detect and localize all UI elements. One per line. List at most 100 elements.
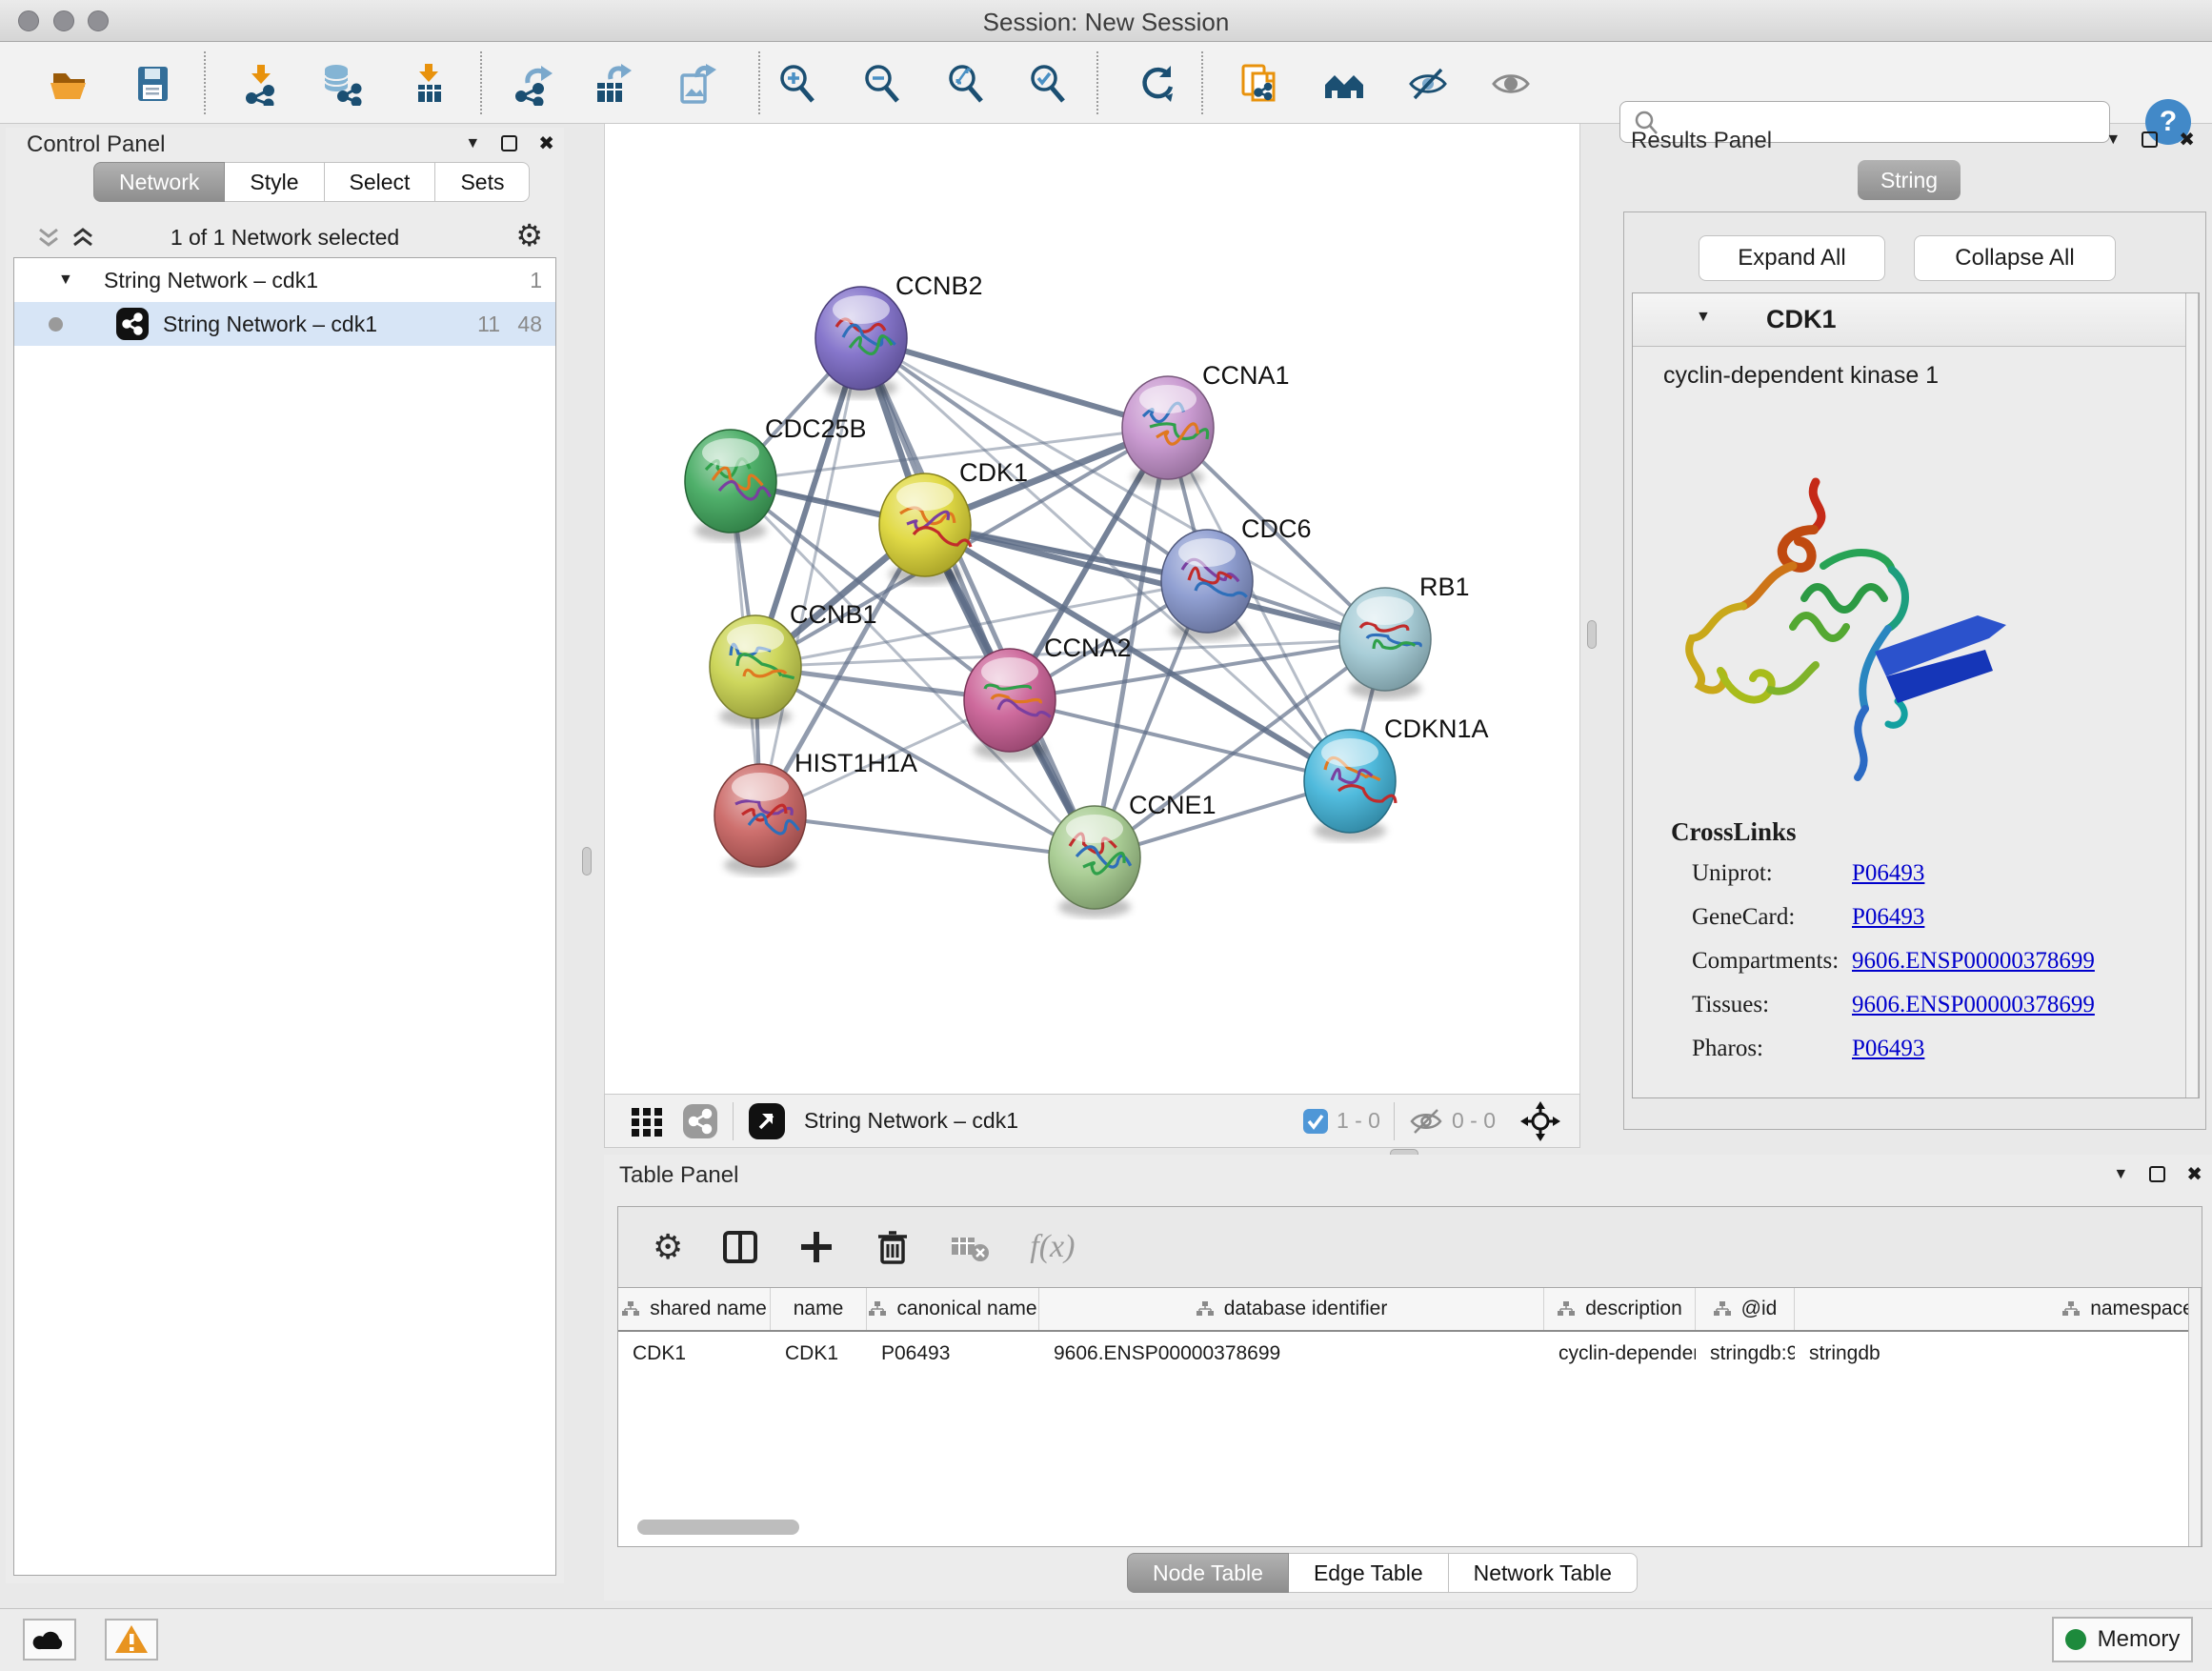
table-options-gear-icon[interactable]: ⚙ — [653, 1227, 683, 1267]
import-network-file-icon[interactable] — [236, 59, 286, 109]
create-column-icon[interactable] — [797, 1228, 835, 1266]
edge-CCNB2-HIST1H1A[interactable] — [760, 338, 861, 815]
crosslink-link[interactable]: 9606.ENSP00000378699 — [1852, 992, 2095, 1018]
open-session-icon[interactable] — [44, 59, 93, 109]
node-RB1[interactable]: RB1 — [1339, 573, 1470, 691]
cloud-status-button[interactable] — [23, 1619, 76, 1661]
edge-CCNB2-CCNA1[interactable] — [861, 338, 1168, 428]
save-session-icon[interactable] — [128, 59, 177, 109]
table-panel-close-icon[interactable]: ✖ — [2186, 1162, 2202, 1186]
fit-selected-crosshair-icon[interactable] — [1518, 1099, 1562, 1143]
function-builder-icon[interactable]: f(x) — [1030, 1229, 1075, 1265]
network-selection-status: 1 of 1 Network selected — [13, 225, 556, 251]
crosslink-link[interactable]: P06493 — [1852, 860, 1924, 887]
collection-name: String Network – cdk1 — [104, 268, 318, 293]
left-splitter-handle[interactable] — [582, 847, 592, 876]
crosslink-link[interactable]: P06493 — [1852, 904, 1924, 931]
zoom-out-icon[interactable] — [857, 59, 907, 109]
tab-node-table[interactable]: Node Table — [1127, 1553, 1289, 1593]
column-header-name[interactable]: name — [771, 1288, 867, 1330]
table-cell[interactable]: cyclin-dependent ... — [1544, 1332, 1696, 1375]
clone-network-icon[interactable] — [1235, 59, 1284, 109]
zoom-selected-icon[interactable] — [1023, 59, 1073, 109]
collapse-all-button[interactable]: Collapse All — [1914, 235, 2116, 281]
table-cell[interactable]: P06493 — [867, 1332, 1039, 1375]
crosslink-link[interactable]: P06493 — [1852, 1036, 1924, 1062]
table-panel: Table Panel ▼ ✖ ⚙ f(x) shared namenameca… — [604, 1155, 2212, 1601]
show-all-icon[interactable] — [1486, 59, 1536, 109]
network-row[interactable]: String Network – cdk1 11 48 — [14, 302, 555, 346]
tab-network-table[interactable]: Network Table — [1449, 1553, 1638, 1593]
node-result-header[interactable]: ▼ CDK1 — [1633, 293, 2199, 347]
import-table-file-icon[interactable] — [404, 59, 453, 109]
export-image-icon[interactable] — [672, 59, 721, 109]
table-panel-float-icon[interactable] — [2149, 1166, 2165, 1182]
network-node-count: 11 — [477, 312, 500, 337]
table-cell[interactable]: stringdb — [1795, 1332, 2202, 1375]
table-row[interactable]: CDK1CDK1P064939606.ENSP00000378699cyclin… — [618, 1332, 2202, 1375]
column-header-namespace[interactable]: namespace — [1795, 1288, 2202, 1330]
results-scrollbar[interactable] — [2185, 293, 2199, 1097]
delete-table-icon[interactable] — [950, 1228, 992, 1266]
edge-HIST1H1A-CCNE1[interactable] — [760, 815, 1095, 857]
delete-column-icon[interactable] — [874, 1228, 912, 1266]
node-CCNB1[interactable]: CCNB1 — [710, 600, 877, 718]
hidden-eye-icon[interactable] — [1408, 1105, 1444, 1137]
export-table-file-icon[interactable] — [587, 59, 636, 109]
column-header-at-id[interactable]: @id — [1696, 1288, 1795, 1330]
edge-CCNB2-CCNE1[interactable] — [861, 338, 1095, 857]
warnings-button[interactable] — [105, 1619, 158, 1661]
protein-structure-image — [1671, 474, 2033, 789]
crosslink-link[interactable]: 9606.ENSP00000378699 — [1852, 948, 2095, 975]
network-view-mode-icon[interactable] — [681, 1102, 719, 1140]
export-network-file-icon[interactable] — [508, 59, 557, 109]
table-horizontal-scrollbar[interactable] — [637, 1520, 799, 1535]
show-columns-icon[interactable] — [721, 1228, 759, 1266]
table-cell[interactable]: CDK1 — [771, 1332, 867, 1375]
tab-style[interactable]: Style — [225, 162, 324, 202]
column-header-database-identifier[interactable]: database identifier — [1039, 1288, 1544, 1330]
column-header-shared-name[interactable]: shared name — [618, 1288, 771, 1330]
table-tabs: Node TableEdge TableNetwork Table — [1127, 1553, 1638, 1593]
birdseye-view-icon[interactable] — [747, 1101, 787, 1141]
memory-button[interactable]: Memory — [2052, 1617, 2193, 1662]
hide-selected-icon[interactable] — [1403, 59, 1453, 109]
results-panel-menu-icon[interactable]: ▼ — [2105, 131, 2121, 149]
table-vertical-scrollbar[interactable] — [2188, 1288, 2202, 1546]
string-protein-query-icon[interactable] — [1319, 59, 1369, 109]
column-header-canonical-name[interactable]: canonical name — [867, 1288, 1039, 1330]
right-splitter-handle[interactable] — [1587, 620, 1597, 649]
network-collection-row[interactable]: ▼ String Network – cdk1 1 — [14, 258, 555, 302]
tab-select[interactable]: Select — [325, 162, 436, 202]
node-HIST1H1A[interactable]: HIST1H1A — [714, 749, 917, 867]
selected-checkbox-icon[interactable] — [1302, 1108, 1329, 1135]
network-options-gear-icon[interactable]: ⚙ — [515, 217, 543, 253]
zoom-fit-icon[interactable] — [941, 59, 991, 109]
table-cell[interactable]: 9606.ENSP00000378699 — [1039, 1332, 1544, 1375]
refresh-view-icon[interactable] — [1132, 59, 1181, 109]
expand-all-button[interactable]: Expand All — [1699, 235, 1885, 281]
table-cell[interactable]: CDK1 — [618, 1332, 771, 1375]
results-panel-float-icon[interactable] — [2142, 131, 2158, 148]
results-panel-close-icon[interactable]: ✖ — [2179, 128, 2195, 151]
grid-view-icon[interactable] — [628, 1102, 666, 1140]
zoom-in-icon[interactable] — [773, 59, 822, 109]
tab-sets[interactable]: Sets — [435, 162, 530, 202]
tab-network[interactable]: Network — [93, 162, 225, 202]
column-header-description[interactable]: description — [1544, 1288, 1696, 1330]
control-panel-close-icon[interactable]: ✖ — [538, 131, 554, 155]
import-network-database-icon[interactable] — [315, 59, 365, 109]
control-panel-float-icon[interactable] — [501, 135, 517, 151]
network-canvas[interactable]: CCNB2CCNA1CDC25BCDK1CDC6RB1CCNB1CCNA2CDK… — [604, 124, 1580, 1094]
node-CDKN1A[interactable]: CDKN1A — [1304, 715, 1489, 833]
table-cell[interactable]: stringdb:9... — [1696, 1332, 1795, 1375]
result-expander-icon[interactable]: ▼ — [1696, 309, 1711, 326]
node-CCNA1[interactable]: CCNA1 — [1122, 361, 1290, 479]
table-panel-menu-icon[interactable]: ▼ — [2113, 1166, 2128, 1183]
control-panel-menu-icon[interactable]: ▼ — [465, 135, 480, 152]
crosslink-row: GeneCard:P06493 — [1671, 904, 2095, 931]
tab-string[interactable]: String — [1858, 160, 1961, 200]
collection-expander-icon[interactable]: ▼ — [58, 272, 73, 289]
node-CDK1[interactable]: CDK1 — [879, 458, 1028, 576]
tab-edge-table[interactable]: Edge Table — [1289, 1553, 1449, 1593]
